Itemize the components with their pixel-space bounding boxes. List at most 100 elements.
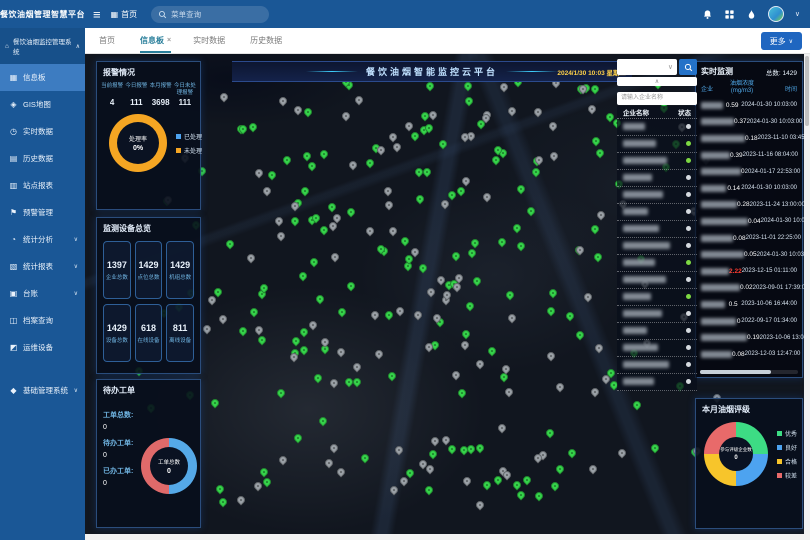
sidebar-item[interactable]: ⚑ 预警管理 [0,199,85,226]
offline-map-pin[interactable] [217,313,228,324]
flame-icon[interactable] [746,9,757,20]
online-map-pin[interactable] [632,399,643,410]
online-map-pin[interactable] [298,344,309,355]
tab[interactable]: 实时数据 [193,28,228,53]
online-map-pin[interactable] [463,95,474,106]
online-map-pin[interactable] [511,222,522,233]
offline-map-pin[interactable] [547,121,558,132]
offline-map-pin[interactable] [474,358,485,369]
offline-map-pin[interactable] [450,370,461,381]
sidebar-item[interactable]: ◫ 档案查询 [0,307,85,334]
online-map-pin[interactable] [566,448,577,459]
online-map-pin[interactable] [282,154,293,165]
online-map-pin[interactable] [547,287,558,298]
online-map-pin[interactable] [345,280,356,291]
online-map-pin[interactable] [345,206,356,217]
scrollbar-thumb[interactable] [700,370,771,374]
offline-map-pin[interactable] [307,319,318,330]
tab[interactable]: 历史数据 [250,28,285,53]
company-row[interactable] [617,306,697,323]
offline-map-pin[interactable] [459,339,470,350]
company-row[interactable] [617,119,697,136]
offline-map-pin[interactable] [496,423,507,434]
offline-map-pin[interactable] [245,252,256,263]
online-map-pin[interactable] [546,305,557,316]
online-map-pin[interactable] [300,186,311,197]
online-map-pin[interactable] [549,481,560,492]
offline-map-pin[interactable] [594,342,605,353]
online-map-pin[interactable] [456,388,467,399]
realtime-row[interactable]: 0.5 2023-10-06 16:44:00 [696,296,802,313]
online-map-pin[interactable] [421,166,432,177]
company-row[interactable] [617,238,697,255]
online-map-pin[interactable] [590,136,601,147]
sidebar-item[interactable]: ▣ 台账 ∨ [0,280,85,307]
company-row[interactable] [617,374,697,391]
realtime-row[interactable]: 0.39 2023-11-16 08:04:00 [696,147,802,164]
online-map-pin[interactable] [344,376,355,387]
realtime-row[interactable]: 0.02 2023-09-01 17:39:00 [696,280,802,297]
offline-map-pin[interactable] [253,167,264,178]
company-type-select[interactable]: ∨ [617,59,677,75]
sidebar-item[interactable]: ▦ 信息板 [0,64,85,91]
offline-map-pin[interactable] [616,447,627,458]
sidebar-item[interactable]: ◔ 统计分析 ∨ [0,226,85,253]
offline-map-pin[interactable] [387,132,398,143]
offline-map-pin[interactable] [582,291,593,302]
offline-map-pin[interactable] [532,106,543,117]
realtime-row[interactable]: 0.08 2023-12-03 12:47:00 [696,346,802,363]
realtime-row[interactable]: 0.59 2024-01-30 10:03:00 [696,97,802,114]
online-map-pin[interactable] [218,497,229,508]
tab[interactable]: 信息板 × [140,28,171,53]
online-map-pin[interactable] [575,330,586,341]
online-map-pin[interactable] [450,250,461,261]
offline-map-pin[interactable] [462,476,473,487]
online-map-pin[interactable] [564,310,575,321]
online-map-pin[interactable] [289,215,300,226]
online-map-pin[interactable] [512,480,523,491]
offline-map-pin[interactable] [277,95,288,106]
online-map-pin[interactable] [360,452,371,463]
online-map-pin[interactable] [496,237,507,248]
sidebar-system-header[interactable]: ⌂ 餐饮油烟监控管理系统 ∧ [0,28,85,64]
online-map-pin[interactable] [516,183,527,194]
online-map-pin[interactable] [437,138,448,149]
offline-map-pin[interactable] [374,348,385,359]
offline-map-pin[interactable] [403,120,414,131]
scrollbar-thumb[interactable] [805,56,809,126]
online-map-pin[interactable] [365,158,376,169]
more-button[interactable]: 更多 ∨ [761,32,802,50]
online-map-pin[interactable] [303,107,314,118]
collapse-handle[interactable]: ∧ [617,77,697,86]
sidebar-item[interactable]: ▥ 站点报表 [0,172,85,199]
map-search-button[interactable] [679,59,697,75]
online-map-pin[interactable] [237,326,248,337]
bell-icon[interactable] [702,9,713,20]
offline-map-pin[interactable] [348,159,359,170]
offline-map-pin[interactable] [323,457,334,468]
online-map-pin[interactable] [649,442,660,453]
realtime-row[interactable]: 0.08 2023-11-01 22:25:00 [696,230,802,247]
online-map-pin[interactable] [301,150,312,161]
realtime-row[interactable]: 0.05 2024-01-30 10:03:00 [696,246,802,263]
online-map-pin[interactable] [594,148,605,159]
offline-map-pin[interactable] [261,185,272,196]
realtime-row[interactable]: 0 2022-09-17 01:34:00 [696,313,802,330]
online-map-pin[interactable] [481,480,492,491]
offline-map-pin[interactable] [555,381,566,392]
offline-map-pin[interactable] [388,225,399,236]
horizontal-scrollbar[interactable] [85,534,804,540]
online-map-pin[interactable] [266,170,277,181]
offline-map-pin[interactable] [330,252,341,263]
offline-map-pin[interactable] [353,94,364,105]
online-map-pin[interactable] [521,474,532,485]
online-map-pin[interactable] [258,467,269,478]
online-map-pin[interactable] [466,248,477,259]
offline-map-pin[interactable] [202,324,213,335]
online-map-pin[interactable] [465,444,476,455]
offline-map-pin[interactable] [382,185,393,196]
online-map-pin[interactable] [545,427,556,438]
offline-map-pin[interactable] [429,435,440,446]
company-row[interactable] [617,323,697,340]
online-map-pin[interactable] [214,483,225,494]
